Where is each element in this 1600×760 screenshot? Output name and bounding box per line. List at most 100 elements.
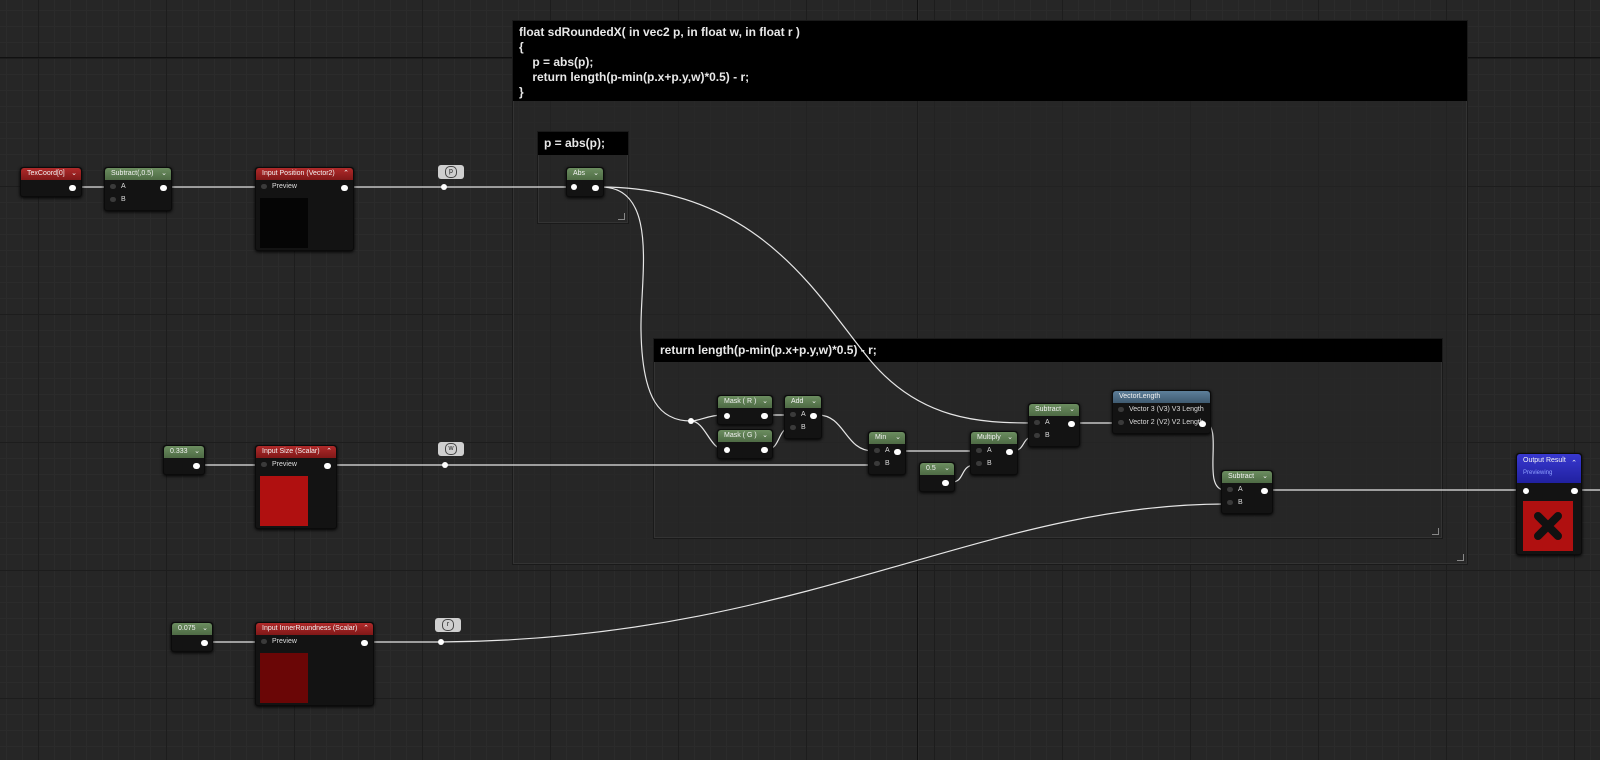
pin-icon[interactable] <box>874 448 880 453</box>
input-pin[interactable] <box>724 413 730 419</box>
output-pin[interactable] <box>810 413 817 419</box>
input-pin-preview[interactable]: Preview <box>256 635 373 648</box>
input-pin[interactable] <box>1523 488 1529 494</box>
output-pin[interactable] <box>361 640 368 646</box>
pin-icon[interactable] <box>1118 420 1124 425</box>
node-mask-r-header[interactable]: Mask ( R ) ⌄ <box>718 396 772 408</box>
output-pin[interactable] <box>69 185 76 191</box>
reroute-r[interactable]: r <box>435 618 461 632</box>
chevron-up-icon[interactable]: ⌃ <box>343 168 349 180</box>
node-multiply-header[interactable]: Multiply ⌄ <box>971 432 1017 444</box>
node-mask-g-header[interactable]: Mask ( G ) ⌄ <box>718 430 772 442</box>
output-pin[interactable] <box>1571 488 1578 494</box>
chevron-up-icon[interactable]: ⌃ <box>1571 458 1577 470</box>
node-texcoord-header[interactable]: TexCoord[0] ⌄ <box>21 168 81 180</box>
node-vector-length-header[interactable]: VectorLength <box>1113 391 1210 403</box>
pin-icon[interactable] <box>790 425 796 430</box>
node-abs[interactable]: Abs ⌄ <box>566 167 604 197</box>
input-pin-b[interactable]: B <box>785 421 821 434</box>
chevron-down-icon[interactable]: ⌄ <box>194 446 200 458</box>
node-vector-length[interactable]: VectorLength Vector 3 (V3) V3 Length Vec… <box>1112 390 1211 434</box>
node-min[interactable]: Min ⌄ A B <box>868 431 906 475</box>
output-pin[interactable] <box>193 463 200 469</box>
reroute-dot[interactable] <box>438 639 444 645</box>
node-texcoord[interactable]: TexCoord[0] ⌄ <box>20 167 82 197</box>
reroute-w[interactable]: w <box>438 442 464 456</box>
chevron-down-icon[interactable]: ⌄ <box>944 463 950 475</box>
node-const-w[interactable]: 0.333 ⌄ <box>163 445 205 475</box>
output-pin[interactable] <box>942 480 949 486</box>
output-pin[interactable] <box>160 185 167 191</box>
node-add-header[interactable]: Add ⌄ <box>785 396 821 408</box>
pin-icon[interactable] <box>110 184 116 189</box>
output-pin[interactable] <box>201 640 208 646</box>
pin-icon[interactable] <box>874 461 880 466</box>
node-subtract-2-header[interactable]: Subtract ⌄ <box>1222 471 1272 483</box>
output-pin[interactable] <box>1199 421 1206 427</box>
node-subtract-1[interactable]: Subtract ⌄ A B <box>1028 403 1080 447</box>
node-output-result[interactable]: Output Result Previewing ⌃ <box>1516 453 1582 555</box>
reroute-dot[interactable] <box>442 462 448 468</box>
node-const-w-header[interactable]: 0.333 ⌄ <box>164 446 204 458</box>
input-pin-v2[interactable]: Vector 2 (V2) V2 Length <box>1113 416 1210 429</box>
output-pin[interactable] <box>1261 488 1268 494</box>
chevron-down-icon[interactable]: ⌄ <box>1007 432 1013 444</box>
chevron-up-icon[interactable]: ⌃ <box>326 446 332 458</box>
pin-icon[interactable] <box>1118 407 1124 412</box>
input-pin-b[interactable]: B <box>869 457 905 470</box>
output-pin[interactable] <box>761 413 768 419</box>
node-input-roundness-header[interactable]: Input InnerRoundness (Scalar) ⌃ <box>256 623 373 635</box>
output-pin[interactable] <box>1006 449 1013 455</box>
chevron-up-icon[interactable]: ⌃ <box>363 623 369 635</box>
output-pin[interactable] <box>894 449 901 455</box>
node-add[interactable]: Add ⌄ A B <box>784 395 822 439</box>
input-pin-v3[interactable]: Vector 3 (V3) V3 Length <box>1113 403 1210 416</box>
chevron-down-icon[interactable]: ⌄ <box>811 396 817 408</box>
input-pin[interactable] <box>571 184 577 190</box>
node-const-half[interactable]: 0.5 ⌄ <box>919 462 955 492</box>
pin-icon[interactable] <box>790 412 796 417</box>
pin-icon[interactable] <box>261 462 267 467</box>
node-const-r[interactable]: 0.075 ⌄ <box>171 622 213 652</box>
chevron-down-icon[interactable]: ⌄ <box>762 396 768 408</box>
node-input-size-header[interactable]: Input Size (Scalar) ⌃ <box>256 446 336 458</box>
reroute-p[interactable]: p <box>438 165 464 179</box>
pin-icon[interactable] <box>1227 500 1233 505</box>
reroute-dot[interactable] <box>688 418 694 424</box>
node-min-header[interactable]: Min ⌄ <box>869 432 905 444</box>
reroute-dot[interactable] <box>441 184 447 190</box>
chevron-down-icon[interactable]: ⌄ <box>895 432 901 444</box>
output-pin[interactable] <box>1068 421 1075 427</box>
chevron-down-icon[interactable]: ⌄ <box>161 168 167 180</box>
output-pin[interactable] <box>761 447 768 453</box>
pin-icon[interactable] <box>1034 420 1040 425</box>
node-subtract-const-header[interactable]: Subtract(,0.5) ⌄ <box>105 168 171 180</box>
node-multiply[interactable]: Multiply ⌄ A B <box>970 431 1018 475</box>
node-input-roundness[interactable]: Input InnerRoundness (Scalar) ⌃ Preview <box>255 622 374 706</box>
node-input-position-header[interactable]: Input Position (Vector2) ⌃ <box>256 168 353 180</box>
chevron-down-icon[interactable]: ⌄ <box>1069 404 1075 416</box>
output-pin[interactable] <box>592 185 599 191</box>
pin-icon[interactable] <box>1227 487 1233 492</box>
pin-icon[interactable] <box>1034 433 1040 438</box>
pin-icon[interactable] <box>976 461 982 466</box>
chevron-down-icon[interactable]: ⌄ <box>762 430 768 442</box>
node-input-size[interactable]: Input Size (Scalar) ⌃ Preview <box>255 445 337 529</box>
chevron-down-icon[interactable]: ⌄ <box>1262 471 1268 483</box>
input-pin-b[interactable]: B <box>971 457 1017 470</box>
output-pin[interactable] <box>341 185 348 191</box>
pin-icon[interactable] <box>976 448 982 453</box>
node-output-result-header[interactable]: Output Result Previewing ⌃ <box>1517 454 1581 483</box>
chevron-down-icon[interactable]: ⌄ <box>71 168 77 180</box>
input-pin[interactable] <box>724 447 730 453</box>
node-const-r-header[interactable]: 0.075 ⌄ <box>172 623 212 635</box>
pin-icon[interactable] <box>261 639 267 644</box>
node-mask-g[interactable]: Mask ( G ) ⌄ <box>717 429 773 459</box>
node-subtract-1-header[interactable]: Subtract ⌄ <box>1029 404 1079 416</box>
input-pin-preview[interactable]: Preview <box>256 180 353 193</box>
node-mask-r[interactable]: Mask ( R ) ⌄ <box>717 395 773 425</box>
chevron-down-icon[interactable]: ⌄ <box>593 168 599 180</box>
node-subtract-const[interactable]: Subtract(,0.5) ⌄ A B <box>104 167 172 211</box>
node-subtract-2[interactable]: Subtract ⌄ A B <box>1221 470 1273 514</box>
node-input-position[interactable]: Input Position (Vector2) ⌃ Preview <box>255 167 354 251</box>
